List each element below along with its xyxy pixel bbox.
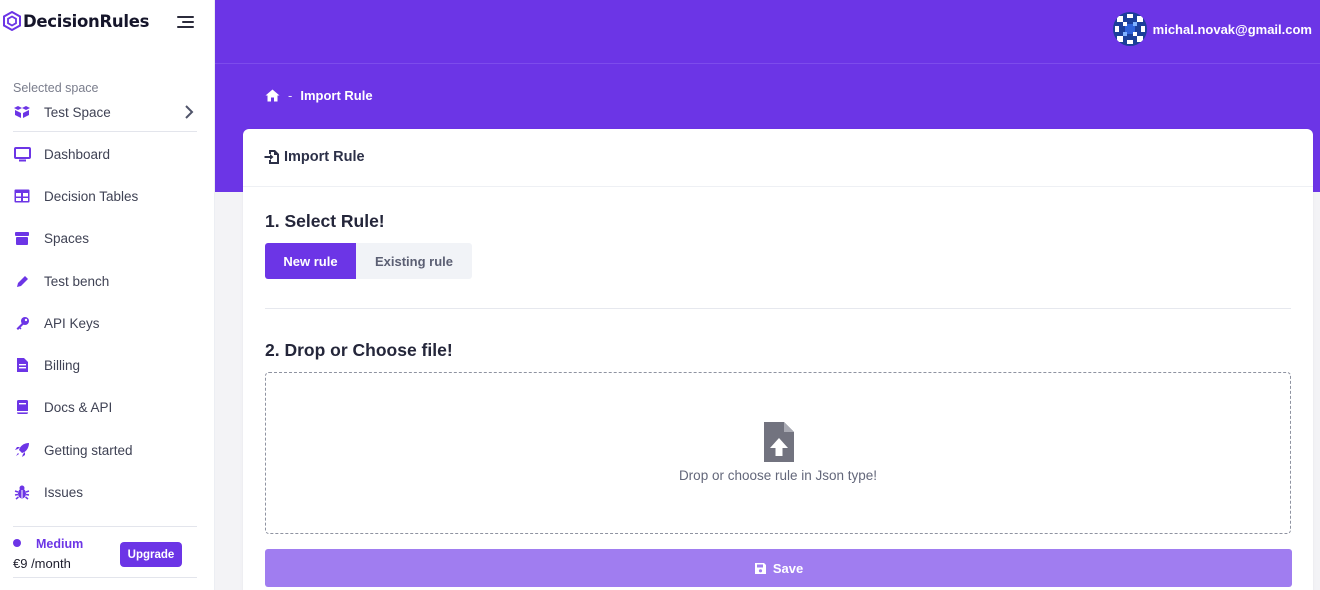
divider <box>265 308 1291 309</box>
new-rule-button[interactable]: New rule <box>265 243 356 279</box>
card-header: Import Rule <box>243 129 1313 187</box>
divider <box>13 577 197 578</box>
chevron-right-icon <box>185 105 194 119</box>
sidebar-item-billing[interactable]: Billing <box>13 352 197 378</box>
save-button[interactable]: Save <box>265 549 1292 587</box>
table-icon <box>13 187 31 205</box>
card-title-text: Import Rule <box>284 149 365 165</box>
box-icon <box>13 229 31 247</box>
sidebar-item-label: Decision Tables <box>44 188 139 204</box>
file-import-icon <box>264 150 279 164</box>
sidebar-item-api-keys[interactable]: API Keys <box>13 310 197 336</box>
plan-name: Medium <box>36 537 84 551</box>
space-selector[interactable]: Test Space <box>13 101 197 123</box>
save-label: Save <box>772 560 804 576</box>
boxes-icon <box>14 106 30 118</box>
sidebar-item-decision-tables[interactable]: Decision Tables <box>13 183 197 209</box>
monitor-icon <box>13 145 31 163</box>
sidebar-item-label: Spaces <box>44 230 90 246</box>
sidebar-item-spaces[interactable]: Spaces <box>13 225 197 251</box>
sidebar-item-test-bench[interactable]: Test bench <box>13 268 197 294</box>
sidebar-item-dashboard[interactable]: Dashboard <box>13 141 197 167</box>
brand[interactable]: DecisionRules <box>3 11 149 31</box>
plan-price: €9 /month <box>13 556 71 571</box>
key-icon <box>13 314 31 332</box>
sidebar-item-label: Docs & API <box>44 399 113 415</box>
plan-dot <box>13 539 21 547</box>
sidebar-item-label: Issues <box>44 484 84 500</box>
avatar <box>1112 12 1147 46</box>
brand-name: DecisionRules <box>23 11 150 31</box>
step1-title: 1. Select Rule! <box>265 211 385 231</box>
sidebar-item-docs-api[interactable]: Docs & API <box>13 394 197 420</box>
sidebar-item-label: Test bench <box>44 273 110 289</box>
rule-type-toggle: New rule Existing rule <box>265 243 472 279</box>
sidebar: DecisionRules Selected space Test Space … <box>0 0 215 590</box>
save-icon <box>754 562 766 574</box>
top-header: michal.novak@gmail.com <box>215 0 1320 64</box>
book-icon <box>13 398 31 416</box>
breadcrumb-separator: - <box>288 88 293 103</box>
upgrade-button[interactable]: Upgrade <box>120 542 182 567</box>
sidebar-item-label: Getting started <box>44 442 133 458</box>
selected-space-caption: Selected space <box>13 81 99 95</box>
sidebar-item-label: API Keys <box>44 315 100 331</box>
divider <box>13 526 197 527</box>
dropzone-text: Drop or choose rule in Json type! <box>678 468 878 483</box>
divider <box>13 131 197 132</box>
sidebar-item-getting-started[interactable]: Getting started <box>13 437 197 463</box>
home-icon[interactable] <box>265 89 280 102</box>
logo-icon <box>3 11 21 31</box>
space-name: Test Space <box>44 104 111 120</box>
file-upload-icon <box>764 422 794 462</box>
rocket-icon <box>13 441 31 459</box>
user-menu[interactable]: michal.novak@gmail.com <box>1112 12 1312 46</box>
document-icon <box>13 356 31 374</box>
sidebar-item-label: Billing <box>44 357 81 373</box>
user-email: michal.novak@gmail.com <box>1152 21 1312 37</box>
import-rule-card: Import Rule 1. Select Rule! New rule Exi… <box>243 129 1313 590</box>
sidebar-item-label: Dashboard <box>44 146 111 162</box>
pencil-icon <box>13 272 31 290</box>
bug-icon <box>13 483 31 501</box>
menu-toggle-icon[interactable] <box>177 16 194 29</box>
breadcrumb: - Import Rule <box>265 88 373 103</box>
step2-title: 2. Drop or Choose file! <box>265 340 453 360</box>
sidebar-item-issues[interactable]: Issues <box>13 479 197 505</box>
file-dropzone[interactable]: Drop or choose rule in Json type! <box>265 372 1291 534</box>
breadcrumb-current: Import Rule <box>300 88 373 103</box>
existing-rule-button[interactable]: Existing rule <box>356 243 472 279</box>
card-title: Import Rule <box>264 149 365 165</box>
